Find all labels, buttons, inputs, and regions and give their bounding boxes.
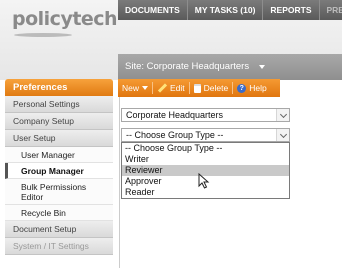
sidebar-item-recycle-bin[interactable]: Recycle Bin [5,205,113,221]
sidebar-item-personal-settings[interactable]: Personal Settings [5,96,113,113]
nav-documents[interactable]: DOCUMENTS [118,0,188,20]
pencil-icon [157,83,167,93]
main-content: Corporate Headquarters -- Choose Group T… [118,97,342,268]
sidebar-item-label: Bulk Permissions [21,182,87,192]
help-button[interactable]: ? Help [233,79,270,97]
sidebar-item-bulk-permissions-editor[interactable]: Bulk Permissions Editor [5,179,113,205]
group-type-dropdown: -- Choose Group Type -- Writer Reviewer … [121,142,290,199]
new-label: New [122,83,140,93]
logo: policytech [12,8,118,30]
site-select[interactable]: Corporate Headquarters [121,108,290,122]
sidebar-item-document-setup[interactable]: Document Setup [5,221,113,238]
delete-label: Delete [203,83,229,93]
delete-button[interactable]: Delete [190,79,233,97]
trash-icon [193,83,201,93]
site-bar: Site: Corporate Headquarters [118,54,342,80]
mouse-cursor-icon [198,173,210,189]
help-label: Help [249,83,267,93]
nav-my-tasks[interactable]: MY TASKS (10) [188,0,264,20]
sidebar: Preferences Personal Settings Company Se… [5,79,113,268]
app-header: policytech DOCUMENTS MY TASKS (10) REPOR… [0,0,342,80]
chevron-down-icon[interactable] [276,109,289,121]
site-selector[interactable]: Site: Corporate Headquarters [125,61,249,72]
chevron-down-icon[interactable] [259,65,265,69]
chevron-down-icon [142,86,149,90]
option-choose-group-type[interactable]: -- Choose Group Type -- [122,143,289,154]
top-nav: DOCUMENTS MY TASKS (10) REPORTS PREF [118,0,342,20]
option-writer[interactable]: Writer [122,154,289,165]
new-button[interactable]: New [118,79,152,97]
group-type-select[interactable]: -- Choose Group Type -- [121,128,290,142]
sidebar-item-label: Editor [21,192,44,202]
sidebar-item-system-it-settings[interactable]: System / IT Settings [5,238,113,255]
help-icon: ? [237,83,247,93]
sidebar-item-group-manager[interactable]: Group Manager [5,163,113,179]
nav-preferences[interactable]: PREF [320,0,342,20]
sidebar-item-user-manager[interactable]: User Manager [5,147,113,163]
sidebar-item-company-setup[interactable]: Company Setup [5,113,113,130]
site-select-value: Corporate Headquarters [126,110,224,120]
logo-swoosh [14,33,72,37]
group-type-select-value: -- Choose Group Type -- [126,130,224,140]
edit-label: Edit [170,83,185,93]
sidebar-header: Preferences [5,79,113,96]
toolbar: New Edit Delete ? Help [118,79,280,97]
chevron-down-icon[interactable] [276,129,289,141]
sidebar-item-user-setup[interactable]: User Setup [5,130,113,147]
nav-reports[interactable]: REPORTS [263,0,320,20]
edit-button[interactable]: Edit [153,79,189,97]
content-divider [119,97,120,268]
